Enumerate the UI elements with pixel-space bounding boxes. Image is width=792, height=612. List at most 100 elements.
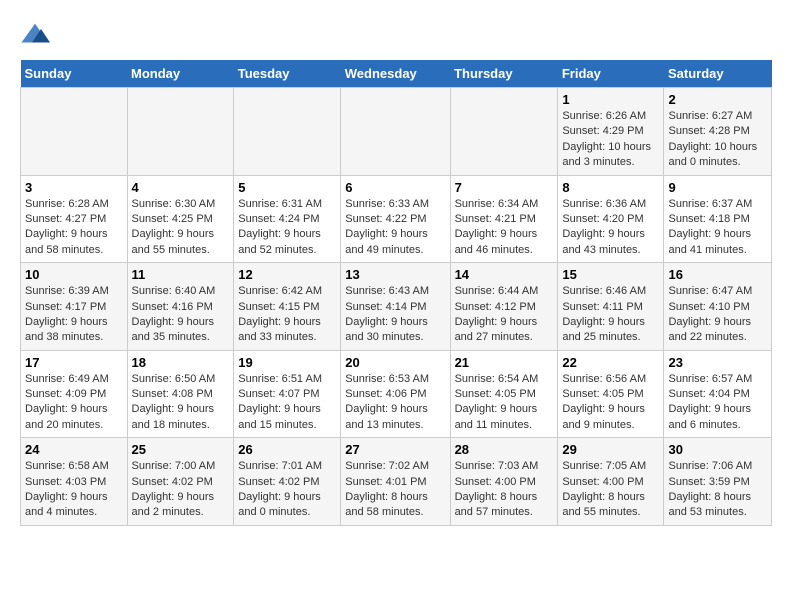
day-info: Sunrise: 6:37 AM Sunset: 4:18 PM Dayligh… bbox=[668, 197, 767, 259]
day-info: Sunrise: 6:26 AM Sunset: 4:29 PM Dayligh… bbox=[562, 109, 659, 171]
day-number: 5 bbox=[238, 180, 336, 195]
calendar-week: 17 Sunrise: 6:49 AM Sunset: 4:09 PM Dayli… bbox=[21, 350, 772, 438]
day-info: Sunrise: 6:56 AM Sunset: 4:05 PM Dayligh… bbox=[562, 372, 659, 434]
calendar-day: 23 Sunrise: 6:57 AM Sunset: 4:04 PM Dayli… bbox=[664, 350, 772, 438]
day-number: 29 bbox=[562, 442, 659, 457]
day-number: 6 bbox=[345, 180, 445, 195]
calendar-day: 18 Sunrise: 6:50 AM Sunset: 4:08 PM Dayli… bbox=[127, 350, 234, 438]
day-number: 22 bbox=[562, 355, 659, 370]
calendar-week: 10 Sunrise: 6:39 AM Sunset: 4:17 PM Dayli… bbox=[21, 263, 772, 351]
day-info: Sunrise: 7:01 AM Sunset: 4:02 PM Dayligh… bbox=[238, 459, 336, 521]
calendar-day: 25 Sunrise: 7:00 AM Sunset: 4:02 PM Dayli… bbox=[127, 438, 234, 526]
day-number: 20 bbox=[345, 355, 445, 370]
day-number: 28 bbox=[455, 442, 554, 457]
logo bbox=[20, 20, 54, 50]
day-number: 21 bbox=[455, 355, 554, 370]
calendar-day: 30 Sunrise: 7:06 AM Sunset: 3:59 PM Dayli… bbox=[664, 438, 772, 526]
day-info: Sunrise: 6:33 AM Sunset: 4:22 PM Dayligh… bbox=[345, 197, 445, 259]
day-number: 10 bbox=[25, 267, 123, 282]
weekday-header: Thursday bbox=[450, 60, 558, 88]
day-number: 27 bbox=[345, 442, 445, 457]
calendar-day: 19Sunrise: 6:51 AM Sunset: 4:07 PM Dayli… bbox=[234, 350, 341, 438]
calendar-day: 15 Sunrise: 6:46 AM Sunset: 4:11 PM Dayli… bbox=[558, 263, 664, 351]
calendar-week: 3 Sunrise: 6:28 AM Sunset: 4:27 PM Daylig… bbox=[21, 175, 772, 263]
day-info: Sunrise: 6:34 AM Sunset: 4:21 PM Dayligh… bbox=[455, 197, 554, 259]
day-number: 15 bbox=[562, 267, 659, 282]
calendar-day bbox=[234, 88, 341, 176]
day-number: 26 bbox=[238, 442, 336, 457]
day-number: 23 bbox=[668, 355, 767, 370]
day-info: Sunrise: 6:30 AM Sunset: 4:25 PM Dayligh… bbox=[132, 197, 230, 259]
calendar-table: SundayMondayTuesdayWednesdayThursdayFrid… bbox=[20, 60, 772, 526]
day-number: 18 bbox=[132, 355, 230, 370]
calendar-day: 14 Sunrise: 6:44 AM Sunset: 4:12 PM Dayli… bbox=[450, 263, 558, 351]
calendar-day: 26 Sunrise: 7:01 AM Sunset: 4:02 PM Dayli… bbox=[234, 438, 341, 526]
calendar-day bbox=[450, 88, 558, 176]
weekday-header: Saturday bbox=[664, 60, 772, 88]
calendar-day: 8Sunrise: 6:36 AM Sunset: 4:20 PM Daylig… bbox=[558, 175, 664, 263]
day-info: Sunrise: 7:03 AM Sunset: 4:00 PM Dayligh… bbox=[455, 459, 554, 521]
day-number: 13 bbox=[345, 267, 445, 282]
day-info: Sunrise: 6:46 AM Sunset: 4:11 PM Dayligh… bbox=[562, 284, 659, 346]
day-info: Sunrise: 6:53 AM Sunset: 4:06 PM Dayligh… bbox=[345, 372, 445, 434]
day-info: Sunrise: 6:42 AM Sunset: 4:15 PM Dayligh… bbox=[238, 284, 336, 346]
day-info: Sunrise: 6:54 AM Sunset: 4:05 PM Dayligh… bbox=[455, 372, 554, 434]
calendar-day: 12 Sunrise: 6:42 AM Sunset: 4:15 PM Dayli… bbox=[234, 263, 341, 351]
weekday-header: Monday bbox=[127, 60, 234, 88]
day-number: 3 bbox=[25, 180, 123, 195]
calendar-day: 3 Sunrise: 6:28 AM Sunset: 4:27 PM Daylig… bbox=[21, 175, 128, 263]
calendar-day: 24 Sunrise: 6:58 AM Sunset: 4:03 PM Dayli… bbox=[21, 438, 128, 526]
calendar-day: 27Sunrise: 7:02 AM Sunset: 4:01 PM Dayli… bbox=[341, 438, 450, 526]
day-info: Sunrise: 6:27 AM Sunset: 4:28 PM Dayligh… bbox=[668, 109, 767, 171]
day-number: 24 bbox=[25, 442, 123, 457]
day-number: 16 bbox=[668, 267, 767, 282]
calendar-day: 21 Sunrise: 6:54 AM Sunset: 4:05 PM Dayli… bbox=[450, 350, 558, 438]
calendar-week: 24 Sunrise: 6:58 AM Sunset: 4:03 PM Dayli… bbox=[21, 438, 772, 526]
page-header bbox=[20, 20, 772, 50]
calendar-day: 17 Sunrise: 6:49 AM Sunset: 4:09 PM Dayli… bbox=[21, 350, 128, 438]
calendar-day: 20 Sunrise: 6:53 AM Sunset: 4:06 PM Dayli… bbox=[341, 350, 450, 438]
calendar-day: 6 Sunrise: 6:33 AM Sunset: 4:22 PM Daylig… bbox=[341, 175, 450, 263]
calendar-day bbox=[127, 88, 234, 176]
calendar-day: 2 Sunrise: 6:27 AM Sunset: 4:28 PM Daylig… bbox=[664, 88, 772, 176]
day-info: Sunrise: 6:36 AM Sunset: 4:20 PM Dayligh… bbox=[562, 197, 659, 259]
day-info: Sunrise: 6:58 AM Sunset: 4:03 PM Dayligh… bbox=[25, 459, 123, 521]
day-info: Sunrise: 6:39 AM Sunset: 4:17 PM Dayligh… bbox=[25, 284, 123, 346]
calendar-day: 7Sunrise: 6:34 AM Sunset: 4:21 PM Daylig… bbox=[450, 175, 558, 263]
day-number: 12 bbox=[238, 267, 336, 282]
day-number: 2 bbox=[668, 92, 767, 107]
day-info: Sunrise: 6:28 AM Sunset: 4:27 PM Dayligh… bbox=[25, 197, 123, 259]
day-info: Sunrise: 7:00 AM Sunset: 4:02 PM Dayligh… bbox=[132, 459, 230, 521]
day-info: Sunrise: 6:50 AM Sunset: 4:08 PM Dayligh… bbox=[132, 372, 230, 434]
day-number: 25 bbox=[132, 442, 230, 457]
calendar-day: 16Sunrise: 6:47 AM Sunset: 4:10 PM Dayli… bbox=[664, 263, 772, 351]
day-number: 17 bbox=[25, 355, 123, 370]
day-info: Sunrise: 6:44 AM Sunset: 4:12 PM Dayligh… bbox=[455, 284, 554, 346]
calendar-body: 1 Sunrise: 6:26 AM Sunset: 4:29 PM Daylig… bbox=[21, 88, 772, 526]
calendar-day: 5Sunrise: 6:31 AM Sunset: 4:24 PM Daylig… bbox=[234, 175, 341, 263]
day-info: Sunrise: 6:57 AM Sunset: 4:04 PM Dayligh… bbox=[668, 372, 767, 434]
day-number: 11 bbox=[132, 267, 230, 282]
calendar-day: 22 Sunrise: 6:56 AM Sunset: 4:05 PM Dayli… bbox=[558, 350, 664, 438]
logo-icon bbox=[20, 20, 50, 50]
calendar-day: 4 Sunrise: 6:30 AM Sunset: 4:25 PM Daylig… bbox=[127, 175, 234, 263]
calendar-day bbox=[341, 88, 450, 176]
day-info: Sunrise: 6:43 AM Sunset: 4:14 PM Dayligh… bbox=[345, 284, 445, 346]
weekday-header: Wednesday bbox=[341, 60, 450, 88]
calendar-day: 11 Sunrise: 6:40 AM Sunset: 4:16 PM Dayli… bbox=[127, 263, 234, 351]
day-info: Sunrise: 6:49 AM Sunset: 4:09 PM Dayligh… bbox=[25, 372, 123, 434]
calendar-day: 29 Sunrise: 7:05 AM Sunset: 4:00 PM Dayli… bbox=[558, 438, 664, 526]
calendar-header: SundayMondayTuesdayWednesdayThursdayFrid… bbox=[21, 60, 772, 88]
day-number: 30 bbox=[668, 442, 767, 457]
day-number: 4 bbox=[132, 180, 230, 195]
day-info: Sunrise: 7:06 AM Sunset: 3:59 PM Dayligh… bbox=[668, 459, 767, 521]
day-info: Sunrise: 6:51 AM Sunset: 4:07 PM Dayligh… bbox=[238, 372, 336, 434]
calendar-day: 28 Sunrise: 7:03 AM Sunset: 4:00 PM Dayli… bbox=[450, 438, 558, 526]
calendar-day: 9Sunrise: 6:37 AM Sunset: 4:18 PM Daylig… bbox=[664, 175, 772, 263]
calendar-week: 1 Sunrise: 6:26 AM Sunset: 4:29 PM Daylig… bbox=[21, 88, 772, 176]
day-info: Sunrise: 6:40 AM Sunset: 4:16 PM Dayligh… bbox=[132, 284, 230, 346]
calendar-day: 10 Sunrise: 6:39 AM Sunset: 4:17 PM Dayli… bbox=[21, 263, 128, 351]
day-number: 14 bbox=[455, 267, 554, 282]
day-number: 1 bbox=[562, 92, 659, 107]
day-info: Sunrise: 7:05 AM Sunset: 4:00 PM Dayligh… bbox=[562, 459, 659, 521]
